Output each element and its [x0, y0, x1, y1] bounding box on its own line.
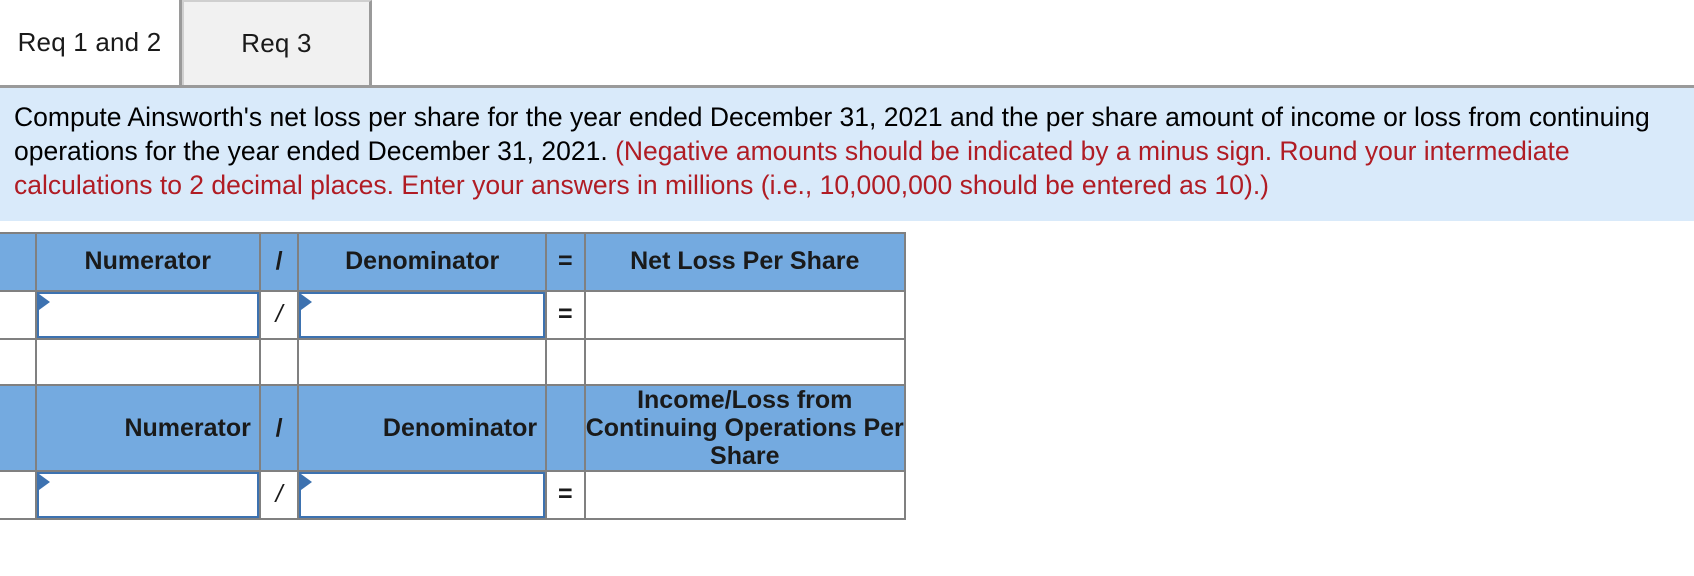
instructions-panel: Compute Ainsworth's net loss per share f…	[0, 88, 1694, 221]
header-cell-equals-1: =	[545, 231, 586, 292]
spacer-cell-numerator	[34, 337, 261, 386]
table-row-spacer	[0, 337, 907, 386]
denominator-field-wrapper-2[interactable]	[299, 471, 546, 518]
table-header-row-continuing-operations: Numerator / Denominator Income/Loss from…	[0, 383, 907, 472]
table-row: 2. / =	[0, 469, 907, 520]
header-cell-net-loss-per-share: Net Loss Per Share	[583, 231, 907, 292]
result-cell-net-loss-per-share	[583, 289, 907, 340]
header-cell-rowlabel-2	[0, 383, 37, 472]
tab-req-3[interactable]: Req 3	[182, 0, 372, 85]
header-cell-slash-2: /	[258, 383, 300, 472]
numerator-field-wrapper-2[interactable]	[36, 471, 259, 518]
field-marker-triangle-icon	[301, 473, 313, 490]
header-cell-slash-1: /	[258, 231, 300, 292]
spacer-cell-slash	[258, 337, 300, 386]
result-cell-income-loss-per-share	[583, 469, 907, 520]
header-cell-rowlabel-1	[0, 231, 37, 292]
numerator-cell-1	[34, 289, 261, 340]
denominator-cell-1	[297, 289, 548, 340]
row-label-1: 1.	[0, 289, 37, 340]
calculation-table-wrapper: Numerator / Denominator = Net Loss Per S…	[0, 231, 1694, 520]
equals-cell-1: =	[545, 289, 586, 340]
slash-cell-2: /	[258, 469, 300, 520]
spacer-cell-denominator	[297, 337, 548, 386]
header-cell-denominator-1: Denominator	[297, 231, 548, 292]
numerator-field-wrapper-1[interactable]	[36, 291, 259, 338]
numerator-input-1[interactable]	[50, 293, 253, 336]
field-marker-triangle-icon	[38, 473, 50, 490]
header-cell-income-loss-continuing-operations: Income/Loss from Continuing Operations P…	[583, 383, 907, 472]
numerator-input-2[interactable]	[50, 473, 253, 516]
equals-cell-2: =	[545, 469, 586, 520]
table-header-row-net-loss: Numerator / Denominator = Net Loss Per S…	[0, 231, 907, 292]
tab-bar: Req 1 and 2 Req 3	[0, 0, 1694, 88]
table-row: 1. / =	[0, 289, 907, 340]
header-cell-equals-2	[545, 383, 586, 472]
header-cell-denominator-2: Denominator	[297, 383, 548, 472]
spacer-cell-result	[583, 337, 907, 386]
spacer-cell-equals	[545, 337, 586, 386]
denominator-input-1[interactable]	[313, 293, 540, 336]
spacer-cell-rowlabel	[0, 337, 37, 386]
tab-req-1-and-2[interactable]: Req 1 and 2	[0, 0, 182, 85]
header-cell-numerator-2: Numerator	[34, 383, 261, 472]
denominator-cell-2	[297, 469, 548, 520]
header-cell-numerator-1: Numerator	[34, 231, 261, 292]
numerator-cell-2	[34, 469, 261, 520]
row-label-2: 2.	[0, 469, 37, 520]
slash-cell-1: /	[258, 289, 300, 340]
field-marker-triangle-icon	[38, 293, 50, 310]
denominator-field-wrapper-1[interactable]	[299, 291, 546, 338]
calculation-table: Numerator / Denominator = Net Loss Per S…	[0, 231, 907, 520]
field-marker-triangle-icon	[301, 293, 313, 310]
denominator-input-2[interactable]	[313, 473, 540, 516]
